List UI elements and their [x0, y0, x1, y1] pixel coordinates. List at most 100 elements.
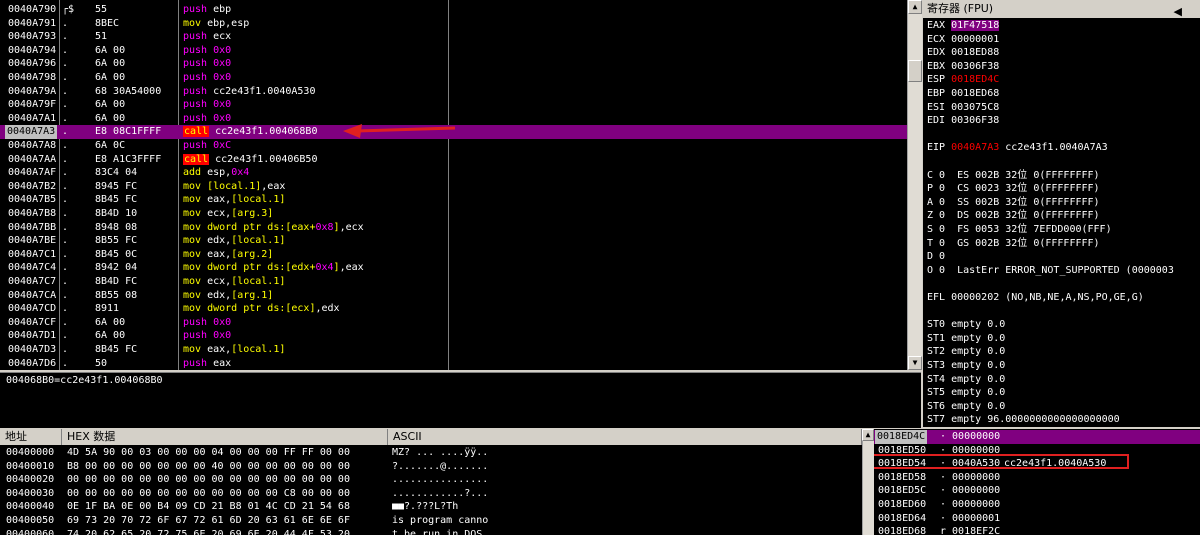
operand: ,eax [261, 180, 286, 192]
disassembly-row[interactable]: 0040A7C7. 8B4D FC mov ecx,[local.1] [0, 275, 907, 289]
stack-row[interactable]: 0018ED64 · 00000001 [874, 512, 1200, 526]
instruction-address: 0040A7A3 [5, 125, 58, 139]
instruction-bytes: 50 [95, 357, 108, 369]
dump-row[interactable]: 00400030 00 00 00 00 00 00 00 00 00 00 00… [0, 487, 862, 501]
disassembly-pane[interactable]: 0040A790 ┌$ 55 push ebp 0040A791. 8BEC mov ebp… [0, 0, 907, 370]
dump-row[interactable]: 00400020 00 00 00 00 00 00 00 00 00 00 00… [0, 473, 862, 487]
register-line: A 0 SS 002B 32位 0(FFFFFFFF) [927, 196, 1100, 208]
instruction-address: 0040A7AA [8, 153, 57, 165]
register-line: EBP 0018ED68 [927, 88, 1000, 99]
dump-address: 00400020 [6, 474, 55, 486]
disassembly-row[interactable]: 0040A7CA. 8B55 08 mov edx,[arg.1] [0, 289, 907, 303]
dump-row[interactable]: 00400040 0E 1F BA 0E 00 B4 09 CD 21 B8 01… [0, 500, 862, 514]
flow-marker: . [62, 72, 69, 83]
register-value[interactable]: 01F47518 [951, 20, 1000, 31]
dump-address: 00400030 [6, 487, 55, 499]
disassembly-row[interactable]: 0040A791. 8BEC mov ebp,esp [0, 17, 907, 31]
mnemonic: mov [183, 248, 202, 260]
disassembly-row[interactable]: 0040A7D6. 50 push eax [0, 357, 907, 370]
dump-header-ascii[interactable]: ASCII [388, 429, 862, 445]
instruction-text: mov edx,[local.1] [183, 234, 285, 248]
instruction-address: 0040A7B2 [8, 180, 57, 192]
disassembly-row[interactable]: 0040A7CF. 6A 00 push 0x0 [0, 316, 907, 330]
instruction-text: push 0xC [183, 139, 231, 153]
dump-row[interactable]: 00400010 B8 00 00 00 00 00 00 00 40 00 00… [0, 460, 862, 474]
dump-header-hex[interactable]: HEX 数据 [62, 429, 388, 445]
disassembly-row[interactable]: 0040A7D1. 6A 00 push 0x0 [0, 329, 907, 343]
disassembly-row[interactable]: 0040A7BE. 8B55 FC mov edx,[local.1] [0, 234, 907, 248]
disassembly-row[interactable]: 0040A790 ┌$ 55 push ebp [0, 3, 907, 17]
dump-hex: 69 73 20 70 72 6F 67 72 61 6D 20 63 61 6… [67, 515, 350, 526]
disassembly-row[interactable]: 0040A796. 6A 00 push 0x0 [0, 57, 907, 71]
instruction-bytes: 8B45 FC [95, 344, 138, 355]
instruction-text: call cc2e43f1.00406B50 [183, 153, 317, 167]
dump-ascii: t be run in DOS [392, 528, 489, 535]
disassembly-row[interactable]: 0040A7B2. 8945 FC mov [local.1],eax [0, 180, 907, 194]
stack-row[interactable]: 0018ED60 · 00000000 [874, 498, 1200, 512]
register-line: EFL 00000202 (NO,NB,NE,A,NS,PO,GE,G) [927, 292, 1144, 303]
scroll-up-button[interactable]: ▲ [908, 0, 922, 14]
instruction-address: 0040A7BB [8, 221, 57, 233]
stack-row[interactable]: 0018ED58 · 00000000 [874, 471, 1200, 485]
disassembly-row[interactable]: 0040A7C4. 8942 04 mov dword ptr ds:[edx+0x… [0, 261, 907, 275]
stack-address: 0018ED5C [878, 485, 927, 497]
instruction-bytes: 8942 04 [95, 262, 138, 274]
disassembly-scrollbar[interactable]: ▲ ▼ [907, 0, 922, 370]
disassembly-row[interactable]: 0040A7A8. 6A 0C push 0xC [0, 139, 907, 153]
operand: [arg.3] [231, 208, 274, 219]
stack-row-top[interactable]: 0018ED4C · 00000000 [874, 430, 1200, 444]
disassembly-row[interactable]: 0040A793. 51 push ecx [0, 30, 907, 44]
flow-marker: . [62, 235, 69, 247]
disassembly-row[interactable]: 0040A7CD. 8911 mov dword ptr ds:[ecx],edx [0, 302, 907, 316]
stack-row[interactable]: 0018ED5C · 00000000 [874, 484, 1200, 498]
register-line: C 0 ES 002B 32位 0(FFFFFFFF) [927, 169, 1100, 181]
collapse-arrow-icon[interactable]: ◀ [1174, 3, 1182, 21]
disassembly-row[interactable]: 0040A7A1. 6A 00 push 0x0 [0, 112, 907, 126]
disassembly-row[interactable]: 0040A7AA. E8 A1C3FFFF call cc2e43f1.00406B… [0, 153, 907, 167]
scroll-down-button[interactable]: ▼ [908, 356, 922, 370]
dump-hex: 4D 5A 90 00 03 00 00 00 04 00 00 00 FF F… [67, 447, 350, 458]
mnemonic: push [183, 357, 208, 369]
disassembly-row[interactable]: 0040A7BB. 8948 08 mov dword ptr ds:[eax+0x… [0, 221, 907, 235]
stack-row[interactable]: 0018ED68 r 0018EF2C [874, 525, 1200, 535]
flow-marker: . [62, 140, 69, 151]
flow-marker: . [62, 17, 69, 29]
dump-row[interactable]: 00400060 74 20 62 65 20 72 75 6E 20 69 6E… [0, 528, 862, 535]
dump-row[interactable]: 00400000 4D 5A 90 00 03 00 00 00 04 00 00… [0, 446, 862, 460]
instruction-bytes: E8 08C1FFFF [95, 126, 162, 138]
mnemonic: push [183, 44, 208, 56]
instruction-bytes: 8911 [95, 303, 120, 315]
registers-pane[interactable]: 寄存器 (FPU) ◀ EAX 01F47518 ECX 00000001 EDX … [923, 0, 1200, 427]
disassembly-row[interactable]: 0040A79A. 68 30A54000 push cc2e43f1.0040A5… [0, 85, 907, 99]
disassembly-row[interactable]: 0040A7D3. 8B45 FC mov eax,[local.1] [0, 343, 907, 357]
operand: 0x0 [213, 58, 232, 70]
register-line: ESP 0018ED4C [927, 74, 1000, 86]
disassembly-row[interactable]: 0040A798. 6A 00 push 0x0 [0, 71, 907, 85]
instruction-bytes: 8B45 FC [95, 194, 138, 206]
register-value[interactable]: 0040A7A3 [951, 142, 999, 153]
dump-hex: B8 00 00 00 00 00 00 00 40 00 00 00 00 0… [67, 460, 350, 472]
stack-pane[interactable]: 0018ED4C · 00000000 0018ED50 · 00000000 0018… [874, 429, 1200, 535]
disassembly-row[interactable]: 0040A7C1. 8B45 0C mov eax,[arg.2] [0, 248, 907, 262]
instruction-text: push 0x0 [183, 112, 231, 126]
mnemonic: mov [183, 235, 202, 247]
register-value[interactable]: 0018ED4C [951, 74, 999, 85]
disassembly-row[interactable]: 0040A7B8. 8B4D 10 mov ecx,[arg.3] [0, 207, 907, 221]
disassembly-row-selected[interactable]: 0040A7A3. E8 08C1FFFF call cc2e43f1.004068… [0, 125, 907, 139]
dump-address: 00400010 [6, 460, 55, 472]
disassembly-row[interactable]: 0040A794. 6A 00 push 0x0 [0, 44, 907, 58]
dump-header-address[interactable]: 地址 [0, 429, 62, 445]
instruction-text: push eax [183, 357, 231, 370]
scroll-thumb[interactable] [908, 60, 922, 82]
flow-marker: . [62, 180, 69, 192]
dump-row[interactable]: 00400050 69 73 20 70 72 6F 67 72 61 6D 20… [0, 514, 862, 528]
flow-marker: ┌$ [62, 4, 75, 15]
disassembly-row[interactable]: 0040A7AF. 83C4 04 add esp,0x4 [0, 166, 907, 180]
disassembly-row[interactable]: 0040A7B5. 8B45 FC mov eax,[local.1] [0, 193, 907, 207]
memory-dump-pane[interactable]: 地址 HEX 数据 ASCII 00400000 4D 5A 90 00 03 0… [0, 429, 862, 535]
instruction-address: 0040A7CA [8, 289, 57, 301]
disassembly-row[interactable]: 0040A79F. 6A 00 push 0x0 [0, 98, 907, 112]
instruction-bytes: 6A 00 [95, 112, 126, 124]
mnemonic: add [183, 167, 202, 179]
scroll-up-button[interactable]: ▲ [862, 429, 874, 441]
